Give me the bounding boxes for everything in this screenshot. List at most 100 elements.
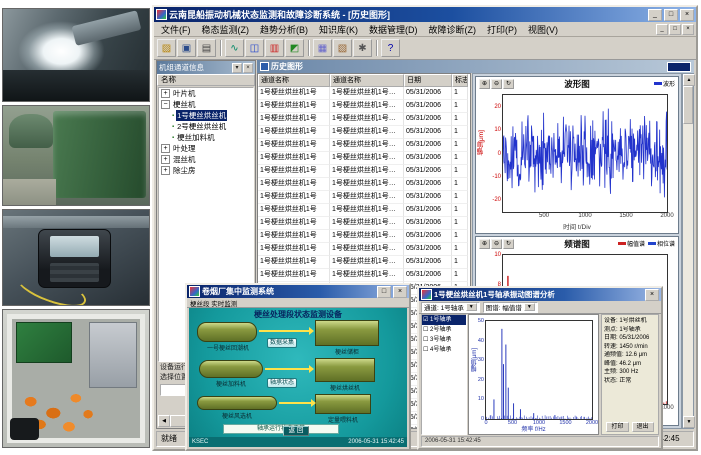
equipment-dryer[interactable] [315, 358, 375, 382]
analysis-title-bar[interactable]: 1号梗丝烘丝机1号轴承振动图谱分析 × [419, 288, 661, 301]
scroll-left-icon[interactable]: ◀ [158, 415, 170, 427]
column-header[interactable]: 日期 [404, 74, 452, 87]
tree-panel-header[interactable]: 机组通道信息 ▾ × [157, 61, 255, 74]
combo-arrow-icon[interactable]: ▼ [524, 303, 535, 311]
scrollbar-thumb[interactable] [683, 86, 693, 124]
docked-window-tab[interactable] [667, 62, 691, 72]
refresh-icon[interactable]: ↻ [503, 79, 514, 89]
child-minimize-button[interactable]: _ [656, 24, 668, 35]
panel-close-icon[interactable]: × [243, 63, 253, 73]
expand-icon[interactable]: + [161, 144, 170, 153]
toolbar-open-icon[interactable]: ▨ [157, 39, 176, 57]
menu-item[interactable]: 趋势分析(B) [255, 23, 313, 36]
toolbar-realtime-monitor-icon[interactable]: ∿ [225, 39, 244, 57]
scroll-up-icon[interactable]: ▲ [683, 74, 695, 86]
expand-icon[interactable]: + [161, 166, 170, 175]
table-row[interactable]: 1号梗丝烘丝机1号1号梗丝烘丝机1号…05/31/20061 [258, 165, 470, 178]
tree-column-header[interactable]: 名称 [157, 74, 255, 86]
table-row[interactable]: 1号梗丝烘丝机1号1号梗丝烘丝机1号…05/31/20061 [258, 113, 470, 126]
back-button[interactable]: 返 回 [283, 426, 309, 436]
child-close-button[interactable]: × [682, 24, 694, 35]
spectrum-type-combobox[interactable]: 图谱: 幅值谱 ▼ [483, 302, 538, 313]
expand-icon[interactable]: + [161, 89, 170, 98]
tree-item[interactable]: +混丝机 [159, 154, 253, 165]
collapse-icon[interactable]: − [161, 100, 170, 109]
column-header[interactable]: 通道名称 [330, 74, 404, 87]
menu-item[interactable]: 打印(P) [482, 23, 522, 36]
analysis-button[interactable]: 退出 [632, 422, 654, 432]
maximize-button[interactable]: □ [664, 9, 678, 21]
zoom-out-icon[interactable]: ⊖ [491, 79, 502, 89]
refresh-icon[interactable]: ↻ [503, 239, 514, 249]
toolbar-save-icon[interactable]: ▣ [177, 39, 196, 57]
tree-item[interactable]: +叶处理 [159, 143, 253, 154]
analysis-plot[interactable]: 050010001500200001020304050 [485, 320, 593, 420]
channel-combobox[interactable]: 通道: 1号轴承 ▼ [421, 302, 480, 313]
channel-item[interactable]: ☐ 2号轴承 [422, 325, 466, 335]
table-row[interactable]: 1号梗丝烘丝机1号1号梗丝烘丝机1号…05/31/20061 [258, 230, 470, 243]
table-row[interactable]: 1号梗丝烘丝机1号1号梗丝烘丝机1号…05/31/20061 [258, 204, 470, 217]
toolbar-database-icon[interactable]: ▦ [313, 39, 332, 57]
table-row[interactable]: 1号梗丝烘丝机1号1号梗丝烘丝机1号…05/31/20061 [258, 243, 470, 256]
channel-item[interactable]: ☐ 4号轴承 [422, 345, 466, 355]
charts-vertical-scrollbar[interactable]: ▲ ▼ [682, 73, 694, 429]
tree-item[interactable]: ▪2号梗丝烘丝机 [159, 121, 253, 132]
toolbar-trend-icon[interactable]: ◩ [285, 39, 304, 57]
menu-item[interactable]: 文件(F) [156, 23, 196, 36]
pin-icon[interactable]: ▾ [232, 63, 242, 73]
column-header[interactable]: 通道名称 [258, 74, 330, 87]
tree-item[interactable]: ▪梗丝加料机 [159, 132, 253, 143]
table-row[interactable]: 1号梗丝烘丝机1号1号梗丝烘丝机1号…05/31/20061 [258, 126, 470, 139]
zoom-in-icon[interactable]: ⊕ [479, 79, 490, 89]
table-row[interactable]: 1号梗丝烘丝机1号1号梗丝烘丝机1号…05/31/20061 [258, 178, 470, 191]
combo-arrow-icon[interactable]: ▼ [466, 303, 477, 311]
child-window-header[interactable]: 历史图形 [257, 60, 694, 73]
tree-item[interactable]: ▪1号梗丝烘丝机 [159, 110, 253, 121]
menu-item[interactable]: 故障诊断(Z) [424, 23, 482, 36]
toolbar-print-icon[interactable]: ▤ [197, 39, 216, 57]
table-row[interactable]: 1号梗丝烘丝机1号1号梗丝烘丝机1号…05/31/20061 [258, 139, 470, 152]
tree-item[interactable]: −梗丝机 [159, 99, 253, 110]
menu-item[interactable]: 知识库(K) [314, 23, 363, 36]
channel-item[interactable]: ☐ 3号轴承 [422, 335, 466, 345]
toolbar-waveform-icon[interactable]: ◫ [245, 39, 264, 57]
close-button[interactable]: × [680, 9, 694, 21]
table-row[interactable]: 1号梗丝烘丝机1号1号梗丝烘丝机1号…05/31/20061 [258, 87, 470, 100]
title-bar[interactable]: 云南昆船振动机械状态监测和故障诊断系统 - [历史图形] _ □ × [154, 7, 696, 22]
analysis-button[interactable]: 打印 [606, 422, 628, 432]
scada-title-bar[interactable]: 卷烟厂集中监测系统 □ × [187, 285, 409, 298]
table-row[interactable]: 1号梗丝烘丝机1号1号梗丝烘丝机1号…05/31/20061 [258, 152, 470, 165]
minimize-button[interactable]: _ [648, 9, 662, 21]
expand-icon[interactable]: + [161, 155, 170, 164]
scroll-down-icon[interactable]: ▼ [683, 416, 695, 428]
scrollbar-track[interactable] [683, 124, 693, 416]
table-row[interactable]: 1号梗丝烘丝机1号1号梗丝烘丝机1号…05/31/20061 [258, 191, 470, 204]
menu-item[interactable]: 视图(V) [523, 23, 563, 36]
waveform-plot[interactable]: 500100015002000-20-1001020 [502, 94, 668, 213]
bearing-status-button[interactable]: 轴承状态 [267, 378, 297, 388]
scada-maximize-button[interactable]: □ [377, 286, 391, 298]
toolbar-spectrum-icon[interactable]: ▥ [265, 39, 284, 57]
tree-item[interactable]: +除尘房 [159, 165, 253, 176]
zoom-out-icon[interactable]: ⊖ [491, 239, 502, 249]
equipment-winnower[interactable] [197, 396, 277, 410]
equipment-casing-machine[interactable] [199, 360, 263, 378]
table-row[interactable]: 1号梗丝烘丝机1号1号梗丝烘丝机1号…05/31/20061 [258, 256, 470, 269]
column-header[interactable]: 标志 [452, 74, 468, 87]
menu-item[interactable]: 数据管理(D) [364, 23, 423, 36]
channel-item[interactable]: ☑ 1号轴承 [422, 315, 466, 325]
equipment-feeder[interactable] [315, 394, 371, 414]
equipment-storage-cabinet[interactable] [315, 320, 379, 346]
toolbar-settings-icon[interactable]: ✱ [353, 39, 372, 57]
zoom-in-icon[interactable]: ⊕ [479, 239, 490, 249]
toolbar-help-icon[interactable]: ? [381, 39, 400, 57]
data-collect-button[interactable]: 数据采集 [267, 338, 297, 348]
child-restore-button[interactable]: □ [669, 24, 681, 35]
table-row[interactable]: 1号梗丝烘丝机1号1号梗丝烘丝机1号…05/31/20061 [258, 269, 470, 282]
table-row[interactable]: 1号梗丝烘丝机1号1号梗丝烘丝机1号…05/31/20061 [258, 217, 470, 230]
table-row[interactable]: 1号梗丝烘丝机1号1号梗丝烘丝机1号…05/31/20061 [258, 100, 470, 113]
analysis-close-button[interactable]: × [645, 289, 659, 301]
toolbar-report-icon[interactable]: ▧ [333, 39, 352, 57]
tree-item[interactable]: +叶片机 [159, 88, 253, 99]
scada-close-button[interactable]: × [393, 286, 407, 298]
